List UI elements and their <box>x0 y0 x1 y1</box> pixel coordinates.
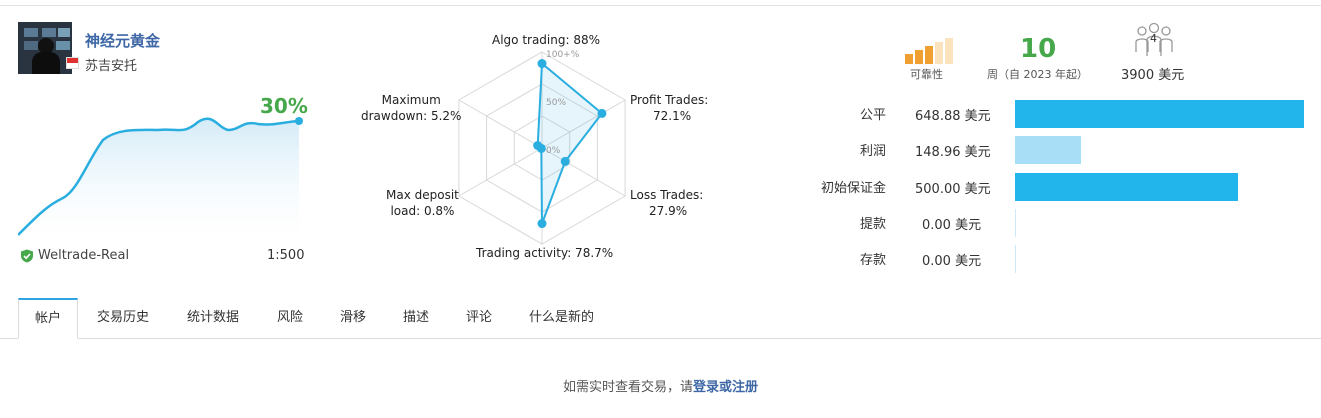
leverage-value: 1:500 <box>267 248 305 263</box>
radar-axis <box>458 147 543 197</box>
radar-scale-50: 50% <box>546 98 566 108</box>
finance-label: 公平 <box>859 108 886 123</box>
tab-slippage[interactable]: 滑移 <box>340 298 366 338</box>
radar-point-trading-activity <box>537 219 547 229</box>
tab-account[interactable]: 帐户 <box>18 298 78 339</box>
author-name: 苏吉安托 <box>85 59 138 74</box>
register-link[interactable]: 注册 <box>732 380 758 395</box>
reliability-label: 可靠性 <box>910 68 943 81</box>
reliability-bars-icon[interactable] <box>905 38 953 64</box>
radar-label-profit-trades: Profit Trades: 72.1% <box>630 93 709 123</box>
radar-scale-100: 100+% <box>546 50 580 60</box>
finance-bar <box>1015 136 1082 165</box>
radar-chart: 100+% 50% 0% <box>458 50 626 245</box>
signal-name-link[interactable]: 神经元黄金 <box>85 30 160 51</box>
radar-scale-0: 0% <box>546 146 561 156</box>
finance-bar <box>1015 245 1016 274</box>
indonesia-flag-icon <box>66 57 79 69</box>
finance-value: 500.00 美元 <box>915 181 991 197</box>
radar-label-loss-trades: Loss Trades: 27.9% <box>630 188 704 218</box>
finance-value: 0.00 美元 <box>922 217 982 233</box>
weeks-value: 10 <box>1020 34 1057 64</box>
broker-info[interactable]: Weltrade-Real <box>20 248 129 263</box>
radar-label-max-drawdown: Maximum drawdown: 5.2% <box>361 93 462 123</box>
finance-label: 提款 <box>859 216 886 232</box>
or-text: 或 <box>719 380 733 395</box>
finance-label: 初始保证金 <box>820 180 886 196</box>
signal-avatar[interactable] <box>18 22 72 74</box>
broker-name: Weltrade-Real <box>38 248 130 263</box>
finance-value: 148.96 美元 <box>915 145 991 161</box>
radar-point-algo-trading <box>537 59 547 69</box>
radar-label-algo-trading: Algo trading: 88% <box>492 33 601 47</box>
radar-label-trading-activity: Trading activity: 78.7% <box>476 246 614 260</box>
finance-value: 648.88 美元 <box>915 109 991 124</box>
weeks-label: 周（自 2023 年起） <box>987 68 1088 81</box>
login-prompt: 如需实时查看交易，请登录或注册 <box>562 380 759 395</box>
tab-trade-history[interactable]: 交易历史 <box>97 298 149 338</box>
tab-reviews[interactable]: 评论 <box>466 298 492 338</box>
finance-label: 利润 <box>859 144 886 160</box>
radar-point-loss-trades <box>560 156 570 166</box>
radar-point-max-drawdown <box>533 141 543 151</box>
subscribers-count: 4 <box>1150 32 1157 45</box>
finance-bar <box>1015 100 1304 128</box>
shield-check-icon <box>21 249 33 262</box>
tab-description[interactable]: 描述 <box>403 298 429 338</box>
tab-risks[interactable]: 风险 <box>277 298 303 338</box>
finance-label: 存款 <box>859 253 886 269</box>
radar-series-area <box>536 61 604 224</box>
growth-area <box>18 118 299 240</box>
growth-endpoint <box>295 117 303 125</box>
radar-label-max-deposit-load: Max deposit load: 0.8% <box>386 188 459 218</box>
finance-value: 0.00 美元 <box>922 254 982 270</box>
finance-bar <box>1015 172 1238 201</box>
top-divider <box>0 5 1321 6</box>
growth-chart <box>18 117 303 240</box>
finance-bar <box>1015 208 1016 237</box>
tab-statistics[interactable]: 统计数据 <box>187 298 239 338</box>
login-link[interactable]: 登录 <box>693 380 719 395</box>
radar-point-profit-trades <box>597 108 607 118</box>
tab-whats-new[interactable]: 什么是新的 <box>529 298 594 338</box>
tab-bar: 帐户 交易历史 统计数据 风险 滑移 描述 评论 什么是新的 <box>0 298 1321 339</box>
signal-price: 3900 美元 <box>1121 68 1185 83</box>
radar-axis <box>458 99 543 149</box>
